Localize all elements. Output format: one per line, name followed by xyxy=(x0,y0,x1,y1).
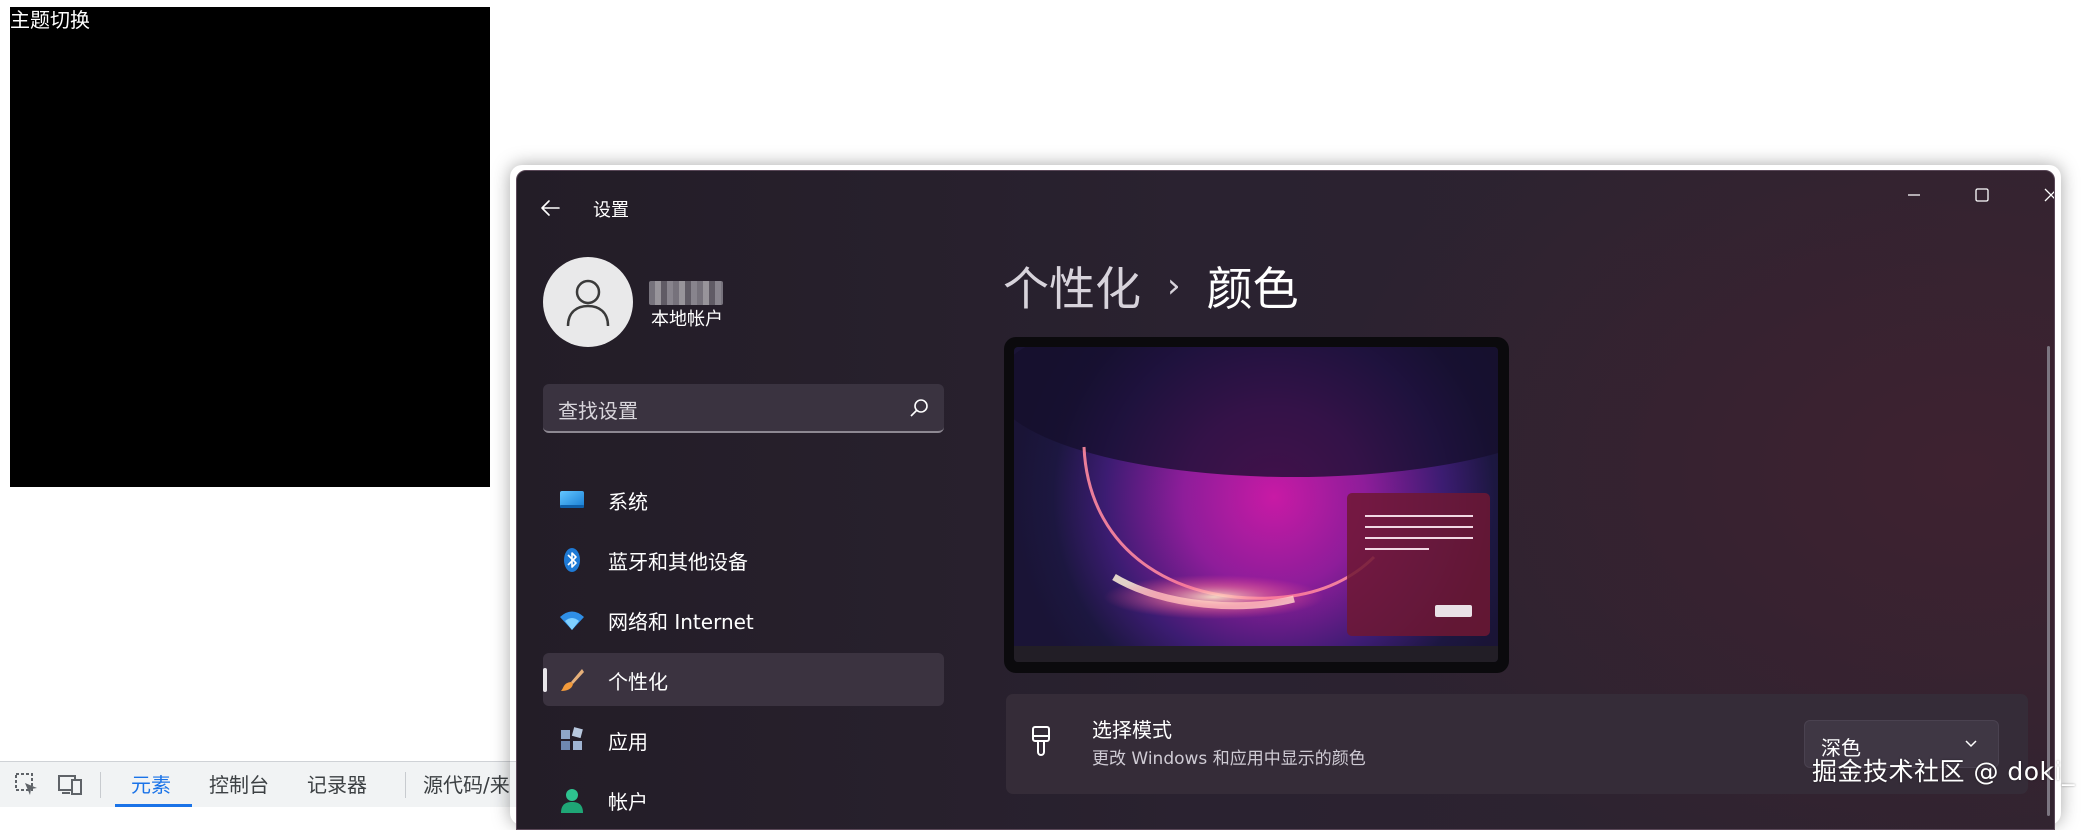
sidebar-item-personalization[interactable]: 个性化 xyxy=(543,653,944,706)
monitor-icon xyxy=(560,491,584,508)
user-name-blurred xyxy=(649,281,723,305)
preview-line xyxy=(1365,515,1473,517)
window-title: 设置 xyxy=(593,200,629,221)
sidebar-item-label: 应用 xyxy=(608,730,648,754)
tab-recorder[interactable]: 记录器 xyxy=(307,772,367,798)
close-icon xyxy=(2044,188,2054,202)
close-button[interactable] xyxy=(2017,171,2054,219)
preview-taskbar xyxy=(1014,646,1498,662)
tab-console[interactable]: 控制台 xyxy=(209,772,269,798)
person-icon xyxy=(566,279,610,327)
breadcrumb-separator: › xyxy=(1167,266,1181,306)
minimize-button[interactable] xyxy=(1880,171,1948,219)
chevron-down-icon xyxy=(1965,740,1977,748)
sidebar-item-label: 蓝牙和其他设备 xyxy=(608,550,748,574)
search-placeholder: 查找设置 xyxy=(558,399,638,423)
sidebar-item-label: 个性化 xyxy=(608,670,668,694)
person-icon xyxy=(561,789,583,813)
preview-line xyxy=(1365,537,1473,539)
minimize-icon xyxy=(1908,194,1920,196)
tab-elements[interactable]: 元素 xyxy=(131,772,171,798)
search-input[interactable]: 查找设置 xyxy=(543,384,944,433)
theme-demo-box: 主题切换 xyxy=(10,7,490,487)
sidebar-item-network[interactable]: 网络和 Internet xyxy=(543,593,944,646)
preview-button xyxy=(1435,605,1472,617)
active-indicator xyxy=(543,668,547,692)
page-title: 颜色 xyxy=(1206,262,1299,316)
device-toolbar-icon[interactable] xyxy=(56,770,84,798)
breadcrumb: 个性化 › 颜色 xyxy=(1003,253,1299,319)
scrollbar[interactable] xyxy=(2047,346,2050,816)
watermark: 掘金技术社区 @ doki_ xyxy=(1812,757,2075,786)
bluetooth-icon xyxy=(564,548,580,572)
theme-preview xyxy=(1004,337,1509,673)
back-arrow-icon[interactable] xyxy=(535,193,565,223)
sidebar-item-label: 帐户 xyxy=(608,790,648,814)
maximize-icon xyxy=(1975,188,1989,202)
theme-switch-label: 主题切换 xyxy=(10,8,90,32)
avatar[interactable] xyxy=(543,257,633,347)
wifi-icon xyxy=(560,611,584,630)
sidebar-item-apps[interactable]: 应用 xyxy=(543,713,944,766)
sidebar-item-accounts[interactable]: 帐户 xyxy=(543,773,944,826)
maximize-button[interactable] xyxy=(1948,171,2016,219)
toolbar-divider xyxy=(100,772,101,798)
brush-icon xyxy=(561,669,584,691)
mode-description: 更改 Windows 和应用中显示的颜色 xyxy=(1092,749,1366,769)
sidebar-item-system[interactable]: 系统 xyxy=(543,473,944,526)
apps-icon xyxy=(561,727,583,750)
sidebar-item-label: 网络和 Internet xyxy=(608,610,754,634)
preview-wallpaper xyxy=(1014,347,1498,662)
preview-line xyxy=(1365,526,1473,528)
sidebar-item-bluetooth[interactable]: 蓝牙和其他设备 xyxy=(543,533,944,586)
settings-window: 设置 本地帐户 查找设置 系统 蓝牙和其他设备 网络和 Internet 个性化… xyxy=(516,170,2055,830)
inspect-element-icon[interactable] xyxy=(12,770,40,798)
account-type: 本地帐户 xyxy=(651,309,723,330)
preview-line xyxy=(1365,548,1429,550)
preview-window-card xyxy=(1347,493,1490,636)
sidebar-item-label: 系统 xyxy=(608,490,648,514)
breadcrumb-parent[interactable]: 个性化 xyxy=(1003,253,1141,319)
search-icon[interactable] xyxy=(908,397,930,419)
devtools-toolbar: 元素 控制台 记录器 源代码/来 xyxy=(0,761,520,807)
tab-sources[interactable]: 源代码/来 xyxy=(423,772,510,798)
paint-brush-icon xyxy=(1032,726,1050,756)
toolbar-divider xyxy=(405,772,406,798)
mode-title: 选择模式 xyxy=(1092,718,1172,742)
